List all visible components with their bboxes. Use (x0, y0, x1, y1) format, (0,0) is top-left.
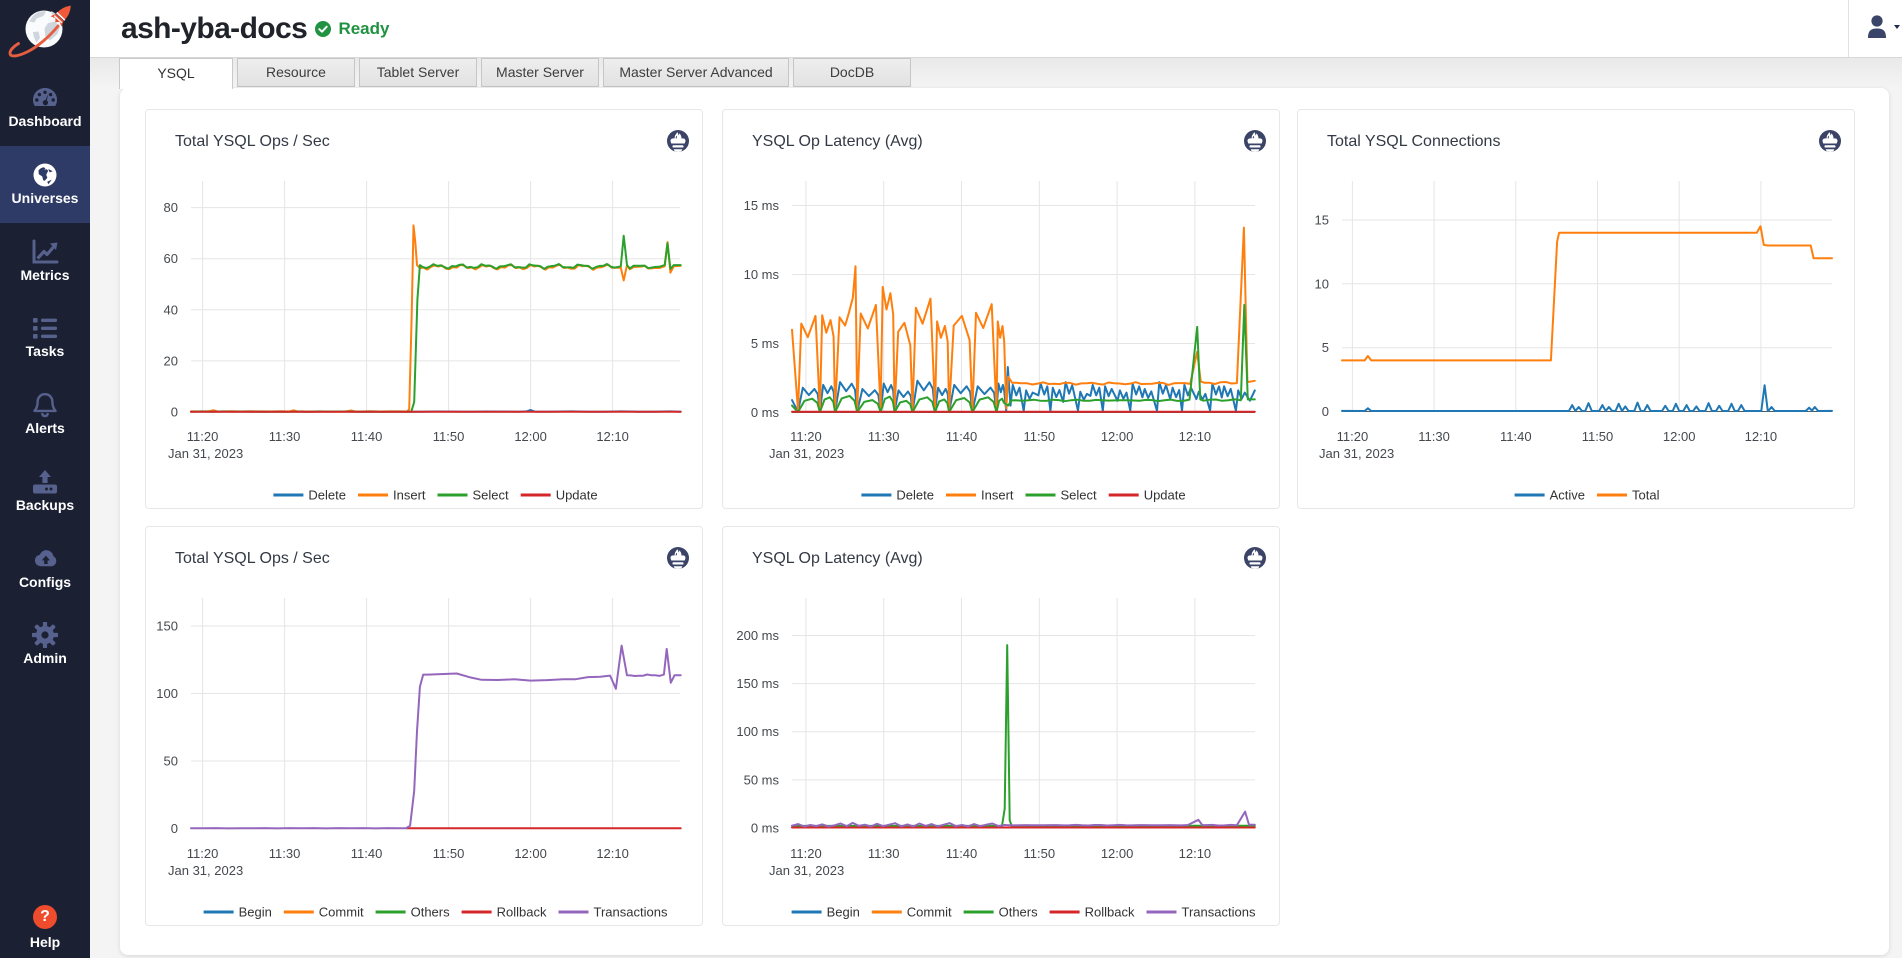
svg-text:YSQL Op Latency (Avg): YSQL Op Latency (Avg) (752, 550, 923, 567)
svg-text:11:30: 11:30 (269, 429, 301, 444)
svg-text:Begin: Begin (827, 905, 860, 920)
svg-text:11:40: 11:40 (946, 429, 978, 444)
svg-text:Jan 31, 2023: Jan 31, 2023 (168, 446, 243, 461)
svg-text:11:20: 11:20 (187, 846, 219, 861)
svg-text:150 ms: 150 ms (736, 676, 779, 691)
svg-text:11:40: 11:40 (351, 429, 383, 444)
svg-text:Active: Active (1550, 488, 1585, 503)
svg-text:11:30: 11:30 (868, 429, 900, 444)
svg-text:15 ms: 15 ms (744, 198, 780, 213)
svg-text:Update: Update (556, 488, 598, 503)
svg-text:0 ms: 0 ms (751, 821, 780, 836)
svg-text:11:20: 11:20 (790, 429, 822, 444)
svg-text:YSQL Op Latency (Avg): YSQL Op Latency (Avg) (752, 133, 923, 150)
svg-text:12:10: 12:10 (596, 429, 629, 444)
svg-text:11:40: 11:40 (351, 846, 383, 861)
svg-text:12:00: 12:00 (1101, 846, 1134, 861)
svg-text:11:50: 11:50 (433, 429, 465, 444)
svg-text:Jan 31, 2023: Jan 31, 2023 (769, 446, 844, 461)
svg-text:11:50: 11:50 (1024, 429, 1056, 444)
svg-text:11:20: 11:20 (187, 429, 219, 444)
svg-text:Insert: Insert (393, 488, 426, 503)
svg-text:Total YSQL Connections: Total YSQL Connections (1327, 133, 1500, 150)
svg-text:Jan 31, 2023: Jan 31, 2023 (769, 863, 844, 878)
svg-text:11:50: 11:50 (1024, 846, 1056, 861)
svg-text:11:20: 11:20 (1337, 429, 1369, 444)
svg-text:50 ms: 50 ms (744, 772, 780, 787)
svg-text:Update: Update (1144, 488, 1186, 503)
svg-text:80: 80 (164, 200, 178, 215)
svg-text:12:10: 12:10 (1179, 846, 1212, 861)
svg-text:0: 0 (171, 821, 178, 836)
svg-text:Select: Select (473, 488, 510, 503)
svg-text:60: 60 (164, 251, 178, 266)
svg-text:100 ms: 100 ms (736, 724, 779, 739)
svg-text:Transactions: Transactions (594, 905, 668, 920)
svg-text:11:40: 11:40 (946, 846, 978, 861)
svg-text:Delete: Delete (308, 488, 346, 503)
svg-text:12:00: 12:00 (1101, 429, 1134, 444)
svg-text:Rollback: Rollback (1085, 905, 1135, 920)
svg-text:12:10: 12:10 (596, 846, 629, 861)
svg-text:Total YSQL Ops / Sec: Total YSQL Ops / Sec (175, 550, 330, 567)
svg-text:Transactions: Transactions (1182, 905, 1256, 920)
svg-text:0: 0 (1322, 404, 1329, 419)
svg-text:12:10: 12:10 (1745, 429, 1778, 444)
svg-text:12:10: 12:10 (1179, 429, 1212, 444)
svg-text:15: 15 (1315, 213, 1329, 228)
svg-text:Commit: Commit (907, 905, 952, 920)
svg-text:11:20: 11:20 (790, 846, 822, 861)
svg-text:Select: Select (1061, 488, 1098, 503)
svg-text:10 ms: 10 ms (744, 267, 780, 282)
svg-text:Jan 31, 2023: Jan 31, 2023 (168, 863, 243, 878)
svg-text:11:50: 11:50 (433, 846, 465, 861)
svg-text:12:00: 12:00 (514, 846, 547, 861)
svg-text:40: 40 (164, 302, 178, 317)
svg-text:0: 0 (171, 405, 178, 420)
svg-text:11:30: 11:30 (1418, 429, 1450, 444)
svg-text:100: 100 (156, 686, 178, 701)
svg-text:Rollback: Rollback (497, 905, 547, 920)
svg-text:5 ms: 5 ms (751, 336, 780, 351)
svg-text:Begin: Begin (239, 905, 272, 920)
svg-text:20: 20 (164, 353, 178, 368)
svg-text:11:30: 11:30 (868, 846, 900, 861)
svg-text:11:40: 11:40 (1500, 429, 1532, 444)
svg-text:11:30: 11:30 (269, 846, 301, 861)
svg-text:150: 150 (156, 619, 178, 634)
svg-text:Total YSQL Ops / Sec: Total YSQL Ops / Sec (175, 133, 330, 150)
svg-text:Total: Total (1632, 488, 1660, 503)
svg-text:5: 5 (1322, 340, 1329, 355)
svg-text:200 ms: 200 ms (736, 628, 779, 643)
svg-text:50: 50 (164, 754, 178, 769)
svg-text:Others: Others (411, 905, 451, 920)
svg-text:12:00: 12:00 (1663, 429, 1696, 444)
svg-text:12:00: 12:00 (514, 429, 547, 444)
svg-text:Commit: Commit (319, 905, 364, 920)
svg-text:Jan 31, 2023: Jan 31, 2023 (1319, 446, 1394, 461)
svg-text:Insert: Insert (981, 488, 1014, 503)
svg-text:Others: Others (999, 905, 1039, 920)
svg-text:0 ms: 0 ms (751, 405, 780, 420)
svg-text:Delete: Delete (896, 488, 934, 503)
svg-text:11:50: 11:50 (1582, 429, 1614, 444)
svg-text:10: 10 (1315, 276, 1329, 291)
